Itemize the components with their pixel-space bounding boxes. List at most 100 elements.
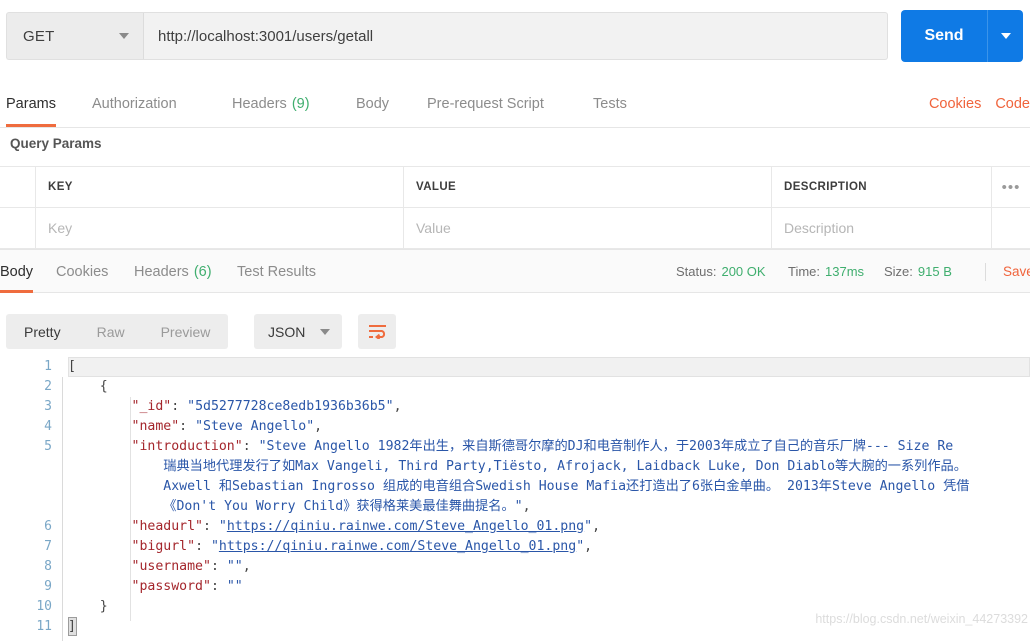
line-number: 9 [44, 579, 52, 594]
chevron-down-icon [1000, 33, 1011, 39]
send-button[interactable]: Send [901, 10, 987, 62]
response-tab-cookies[interactable]: Cookies [56, 250, 108, 293]
chevron-down-icon [119, 33, 129, 39]
line-number: 4 [44, 419, 52, 434]
status-value: 200 OK [721, 264, 766, 279]
code-line: Axwell 和Sebastian Ingrosso 组成的电音组合Swedis… [163, 479, 970, 494]
line-number: 3 [44, 399, 52, 414]
header-value-cell: VALUE [404, 167, 772, 207]
query-params-table: KEY VALUE DESCRIPTION ••• Key Value Desc… [0, 166, 1030, 249]
more-options-icon: ••• [1001, 178, 1021, 196]
tab-label: Body [0, 263, 34, 280]
line-number: 1 [44, 359, 52, 374]
param-value-input[interactable]: Value [404, 208, 772, 248]
query-params-title: Query Params [10, 136, 102, 151]
code-line: "introduction": "Steve Angello 1982年出生，来… [131, 439, 954, 454]
request-url-value: http://localhost:3001/users/getall [158, 27, 374, 45]
view-mode-label: Preview [160, 323, 211, 340]
request-header-links: Cookies Code [929, 80, 1030, 127]
response-tab-bar: Body Cookies Headers (6) Test Results Sta… [0, 249, 1030, 293]
view-mode-pretty[interactable]: Pretty [6, 314, 79, 349]
param-value-placeholder: Value [416, 220, 451, 236]
header-key-cell: KEY [36, 167, 404, 207]
row-checkbox-cell[interactable] [0, 208, 36, 248]
response-tab-body[interactable]: Body [0, 250, 34, 293]
param-description-placeholder: Description [784, 220, 855, 236]
code-line: { [99, 379, 108, 394]
tab-label: Body [356, 95, 390, 112]
tab-label: Tests [593, 95, 627, 112]
http-method-label: GET [23, 27, 55, 45]
size-label: Size: [884, 264, 913, 279]
tab-pre-request-script[interactable]: Pre-request Script [427, 80, 544, 127]
response-time: Time: 137ms [788, 250, 864, 293]
tab-badge: (9) [291, 95, 310, 112]
code-line: "username": "", [131, 559, 251, 574]
header-description-cell: DESCRIPTION [772, 167, 992, 207]
tab-label: Cookies [56, 263, 109, 280]
response-format-label: JSON [268, 323, 306, 340]
time-label: Time: [788, 264, 821, 279]
line-number: 5 [44, 439, 52, 454]
tab-body[interactable]: Body [356, 80, 389, 127]
line-number: 8 [44, 559, 52, 574]
code-line: "name": "Steve Angello", [131, 419, 323, 434]
view-mode-raw[interactable]: Raw [79, 314, 143, 349]
fold-guide [62, 377, 63, 641]
row-actions-cell [992, 208, 1030, 248]
tab-label: Authorization [92, 95, 177, 112]
line-number: 10 [36, 599, 52, 614]
code-line: "headurl": "https://qiniu.rainwe.com/Ste… [131, 519, 601, 534]
tab-headers[interactable]: Headers (9) [232, 80, 310, 127]
header-checkbox-cell [0, 167, 36, 207]
cookies-link[interactable]: Cookies [929, 96, 981, 112]
tab-label: Headers [134, 263, 189, 280]
response-size: Size: 915 B [884, 250, 952, 293]
column-header-description: DESCRIPTION [784, 181, 867, 193]
response-body-viewer[interactable]: 1 2 3 4 5 6 7 8 9 10 11 [ { "_id": "5d5277728ce8e… [0, 357, 1030, 641]
code-line: 《Don't You Worry Child》获得格莱美最佳舞曲提名。", [163, 499, 531, 514]
column-header-value: VALUE [416, 181, 457, 193]
request-url-input[interactable]: http://localhost:3001/users/getall [143, 12, 888, 60]
send-button-group: Send [901, 10, 1023, 62]
code-line: "password": "" [131, 579, 243, 594]
line-number-spacer [0, 457, 52, 477]
line-number: 11 [36, 619, 52, 634]
status-label: Status: [676, 264, 717, 279]
line-number-gutter: 1 2 3 4 5 6 7 8 9 10 11 [0, 357, 62, 641]
param-description-input[interactable]: Description [772, 208, 992, 248]
response-tab-headers[interactable]: Headers (6) [134, 250, 212, 293]
response-tab-test-results[interactable]: Test Results [237, 250, 316, 293]
param-key-placeholder: Key [48, 220, 73, 236]
http-method-selector[interactable]: GET [6, 12, 143, 60]
tab-tests[interactable]: Tests [593, 80, 627, 127]
tab-label: Pre-request Script [427, 95, 544, 112]
table-row: Key Value Description [0, 207, 1030, 249]
tab-badge: (6) [193, 263, 212, 280]
tab-params[interactable]: Params [6, 80, 56, 127]
view-mode-group: Pretty Raw Preview [6, 314, 229, 349]
send-options-button[interactable] [987, 10, 1023, 62]
code-link[interactable]: Code [995, 96, 1030, 112]
column-header-key: KEY [48, 181, 73, 193]
response-format-selector[interactable]: JSON [254, 314, 342, 349]
tab-label: Test Results [237, 263, 316, 280]
size-value: 915 B [917, 264, 952, 279]
word-wrap-toggle[interactable] [358, 314, 396, 349]
tab-authorization[interactable]: Authorization [92, 80, 177, 127]
divider [985, 262, 986, 281]
bulk-edit-button[interactable]: ••• [992, 167, 1030, 207]
param-key-input[interactable]: Key [36, 208, 404, 248]
chevron-down-icon [320, 328, 330, 335]
save-response-button[interactable]: Save [1003, 264, 1030, 279]
json-code-content[interactable]: [ { "_id": "5d5277728ce8edb1936b36b5", "… [68, 357, 1030, 641]
view-mode-preview[interactable]: Preview [143, 314, 229, 349]
line-number-spacer [0, 497, 52, 517]
time-value: 137ms [825, 264, 865, 279]
code-line: 瑞典当地代理发行了如Max Vangeli, Third Party,Tiëst… [163, 459, 967, 474]
save-response-area: Save [973, 250, 1030, 293]
table-header-row: KEY VALUE DESCRIPTION ••• [0, 166, 1030, 207]
tab-label: Params [6, 95, 56, 112]
word-wrap-icon [368, 325, 386, 339]
response-status: Status: 200 OK [676, 250, 766, 293]
